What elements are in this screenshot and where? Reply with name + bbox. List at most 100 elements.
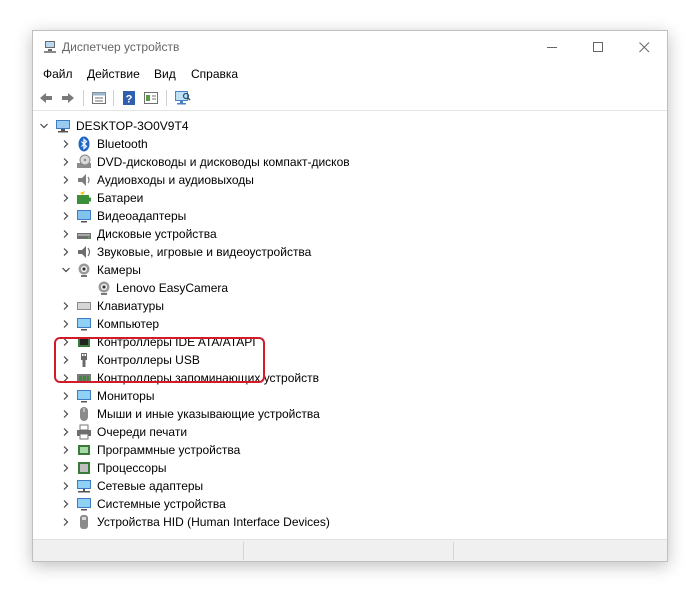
tree-item-processors[interactable]: Процессоры bbox=[33, 459, 667, 477]
chevron-right-icon[interactable] bbox=[60, 460, 72, 476]
tree-item-label: Bluetooth bbox=[97, 137, 148, 151]
update-driver-icon bbox=[144, 92, 158, 104]
tree-item-print-queues[interactable]: Очереди печати bbox=[33, 423, 667, 441]
tree-item-monitors[interactable]: Мониторы bbox=[33, 387, 667, 405]
chevron-right-icon[interactable] bbox=[60, 298, 72, 314]
mouse-icon bbox=[80, 407, 88, 421]
tree-item-keyboards[interactable]: Клавиатуры bbox=[33, 297, 667, 315]
tree-item-label: Звуковые, игровые и видеоустройства bbox=[97, 245, 312, 259]
menu-action[interactable]: Действие bbox=[87, 67, 140, 81]
tree-item-mice[interactable]: Мыши и иные указывающие устройства bbox=[33, 405, 667, 423]
tree-item-disk-drives[interactable]: Дисковые устройства bbox=[33, 225, 667, 243]
device-tree: DESKTOP-3O0V9T4 Bluetooth DVD-дисководы … bbox=[33, 112, 667, 538]
menu-view[interactable]: Вид bbox=[154, 67, 176, 81]
status-divider bbox=[453, 542, 454, 560]
menu-file[interactable]: Файл bbox=[43, 67, 73, 81]
tree-item-system-devices[interactable]: Системные устройства bbox=[33, 495, 667, 513]
tree-item-label: Lenovo EasyCamera bbox=[116, 281, 229, 295]
chevron-right-icon[interactable] bbox=[60, 154, 72, 170]
back-arrow-icon bbox=[40, 93, 52, 103]
tree-item-label: Видеоадаптеры bbox=[97, 209, 187, 223]
toolbar-separator bbox=[113, 90, 114, 106]
properties-button[interactable] bbox=[90, 89, 108, 107]
chevron-right-icon[interactable] bbox=[60, 316, 72, 332]
svg-text:?: ? bbox=[126, 94, 133, 106]
keyboard-icon bbox=[77, 302, 91, 310]
tree-item-hid-devices[interactable]: Устройства HID (Human Interface Devices) bbox=[33, 513, 667, 531]
system-device-icon bbox=[77, 498, 91, 511]
forward-button[interactable] bbox=[59, 89, 77, 107]
device-manager-app-icon bbox=[44, 41, 56, 53]
help-button[interactable]: ? bbox=[120, 89, 138, 107]
disk-drive-icon bbox=[77, 233, 91, 239]
tree-item-batteries[interactable]: Батареи bbox=[33, 189, 667, 207]
tree-root[interactable]: DESKTOP-3O0V9T4 bbox=[33, 117, 667, 135]
tree-item-display-adapters[interactable]: Видеоадаптеры bbox=[33, 207, 667, 225]
tree-item-label: Камеры bbox=[97, 263, 141, 277]
tree-item-dvd-drives[interactable]: DVD-дисководы и дисководы компакт-дисков bbox=[33, 153, 667, 171]
chevron-right-icon[interactable] bbox=[60, 244, 72, 260]
tree-item-bluetooth[interactable]: Bluetooth bbox=[33, 135, 667, 153]
chevron-right-icon[interactable] bbox=[60, 424, 72, 440]
tree-item-cameras[interactable]: Камеры bbox=[33, 261, 667, 279]
tree-item-audio-io[interactable]: Аудиовходы и аудиовыходы bbox=[33, 171, 667, 189]
tree-item-label: Клавиатуры bbox=[97, 299, 164, 313]
printer-icon bbox=[77, 424, 91, 440]
scan-hardware-icon bbox=[175, 91, 191, 105]
chevron-right-icon[interactable] bbox=[60, 208, 72, 224]
tree-item-label: Процессоры bbox=[97, 461, 167, 475]
tree-item-label: Сетевые адаптеры bbox=[97, 479, 204, 493]
tree-item-sound-devices[interactable]: Звуковые, игровые и видеоустройства bbox=[33, 243, 667, 261]
minimize-icon bbox=[546, 46, 557, 48]
tree-item-label: DVD-дисководы и дисководы компакт-дисков bbox=[97, 155, 350, 169]
tree-item-software-devices[interactable]: Программные устройства bbox=[33, 441, 667, 459]
maximize-icon bbox=[592, 41, 603, 52]
highlight-frame bbox=[54, 337, 265, 383]
tree-root-label: DESKTOP-3O0V9T4 bbox=[76, 119, 189, 133]
tree-item-computer[interactable]: Компьютер bbox=[33, 315, 667, 333]
status-bar bbox=[33, 539, 667, 561]
close-icon bbox=[638, 41, 649, 52]
chevron-right-icon[interactable] bbox=[60, 190, 72, 206]
toolbar: ? bbox=[33, 86, 667, 111]
audio-icon bbox=[78, 174, 90, 186]
title-bar[interactable]: Диспетчер устройств bbox=[33, 31, 667, 63]
chevron-right-icon[interactable] bbox=[60, 406, 72, 422]
tree-item-label: Устройства HID (Human Interface Devices) bbox=[97, 515, 330, 529]
network-adapter-icon bbox=[77, 480, 91, 493]
back-button[interactable] bbox=[37, 89, 55, 107]
tree-item-label: Мыши и иные указывающие устройства bbox=[97, 407, 320, 421]
device-manager-window: Диспетчер устройств Файл Действие Вид Сп… bbox=[32, 30, 668, 562]
software-device-icon bbox=[78, 445, 90, 455]
chevron-right-icon[interactable] bbox=[60, 514, 72, 530]
minimize-button[interactable] bbox=[529, 31, 575, 63]
scan-hardware-button[interactable] bbox=[173, 89, 191, 107]
chevron-right-icon[interactable] bbox=[60, 136, 72, 152]
chevron-right-icon[interactable] bbox=[60, 226, 72, 242]
tree-item-label: Мониторы bbox=[97, 389, 155, 403]
tree-item-label: Очереди печати bbox=[97, 425, 188, 439]
menu-help[interactable]: Справка bbox=[191, 67, 238, 81]
chevron-right-icon[interactable] bbox=[60, 442, 72, 458]
display-adapter-icon bbox=[77, 210, 91, 223]
close-button[interactable] bbox=[621, 31, 667, 63]
update-driver-button[interactable] bbox=[142, 89, 160, 107]
maximize-button[interactable] bbox=[575, 31, 621, 63]
window-title: Диспетчер устройств bbox=[62, 40, 180, 54]
tree-item-label: Компьютер bbox=[97, 317, 160, 331]
processor-icon bbox=[78, 462, 90, 474]
chevron-right-icon[interactable] bbox=[60, 388, 72, 404]
tree-item-network-adapters[interactable]: Сетевые адаптеры bbox=[33, 477, 667, 495]
battery-icon bbox=[77, 191, 91, 204]
tree-item-label: Программные устройства bbox=[97, 443, 241, 457]
chevron-right-icon[interactable] bbox=[60, 172, 72, 188]
properties-icon bbox=[92, 92, 106, 104]
chevron-right-icon[interactable] bbox=[60, 478, 72, 494]
menu-bar: Файл Действие Вид Справка bbox=[33, 63, 667, 85]
chevron-down-icon[interactable] bbox=[38, 118, 50, 134]
tree-item-lenovo-easycamera[interactable]: Lenovo EasyCamera bbox=[33, 279, 667, 297]
chevron-right-icon[interactable] bbox=[60, 496, 72, 512]
computer-icon bbox=[56, 120, 70, 133]
tree-item-label: Аудиовходы и аудиовыходы bbox=[97, 173, 254, 187]
chevron-down-icon[interactable] bbox=[60, 262, 72, 278]
